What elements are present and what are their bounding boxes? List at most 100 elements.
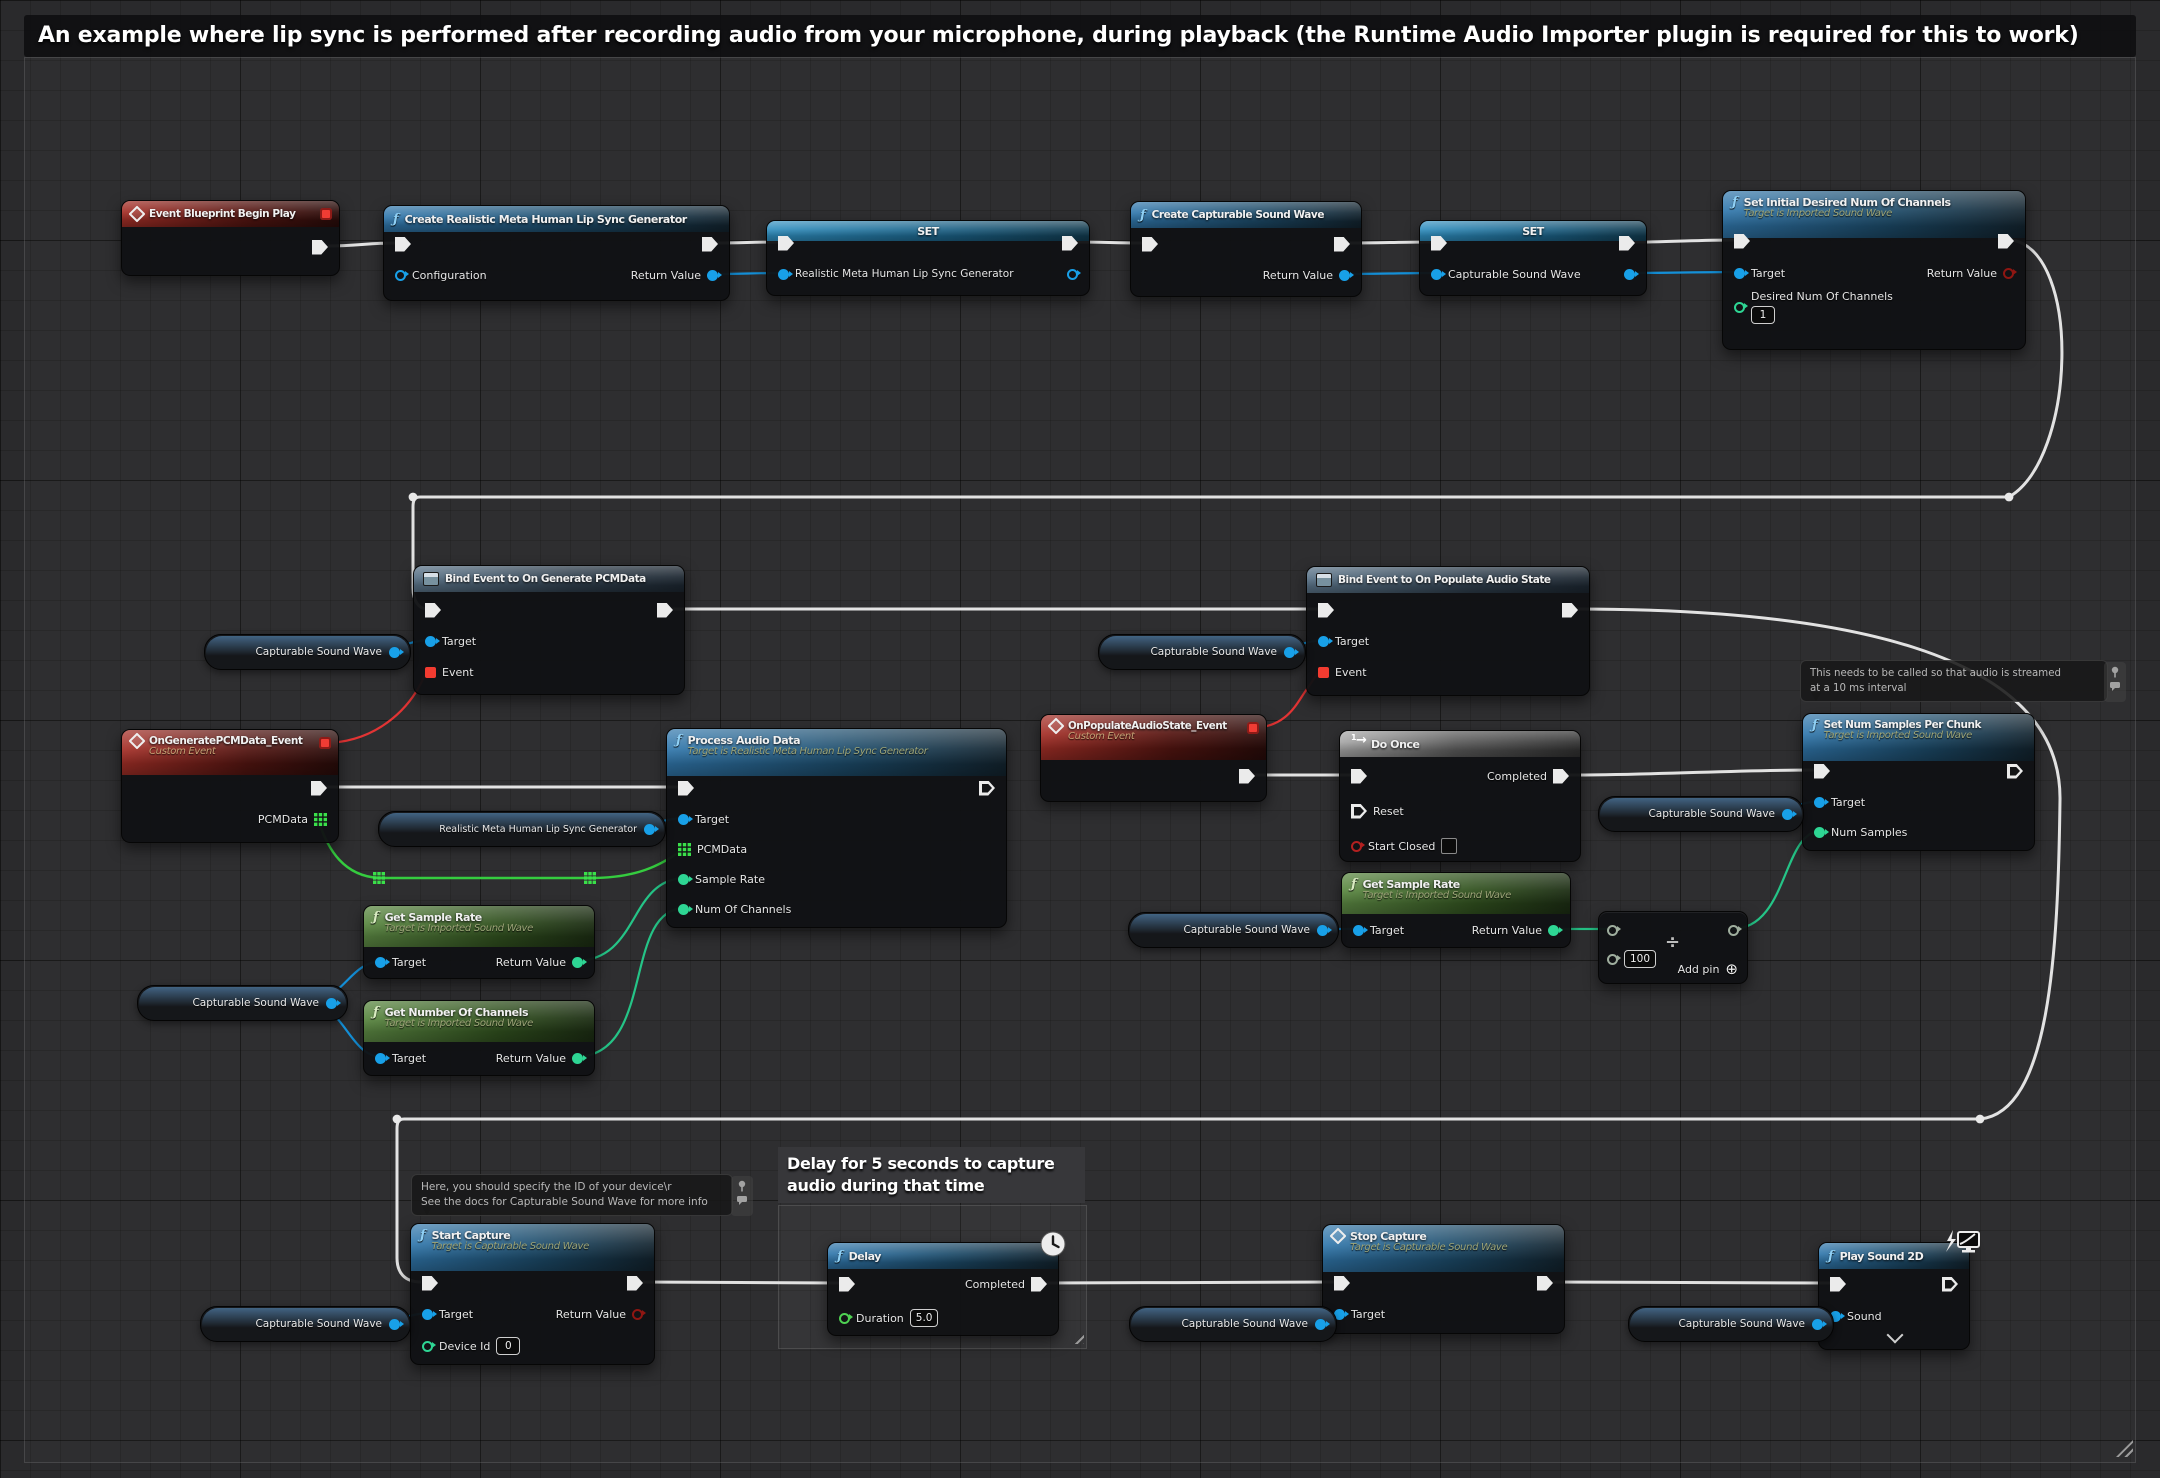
exec-out-pin[interactable] [1334,232,1350,256]
node-on-populate-audio-state-event[interactable]: OnPopulateAudioState_Event Custom Event [1040,714,1267,802]
node-get-sample-rate-right[interactable]: ƒ Get Sample Rate Target is Imported Sou… [1341,872,1571,948]
stream-note-pin-icons[interactable] [2104,662,2126,702]
node-divide[interactable]: ÷ 100 Add pin⊕ [1598,911,1748,984]
node-on-generate-pcmdata-event[interactable]: OnGeneratePCMData_Event Custom Event PCM… [121,729,339,843]
getter-capturable-sound-wave-3[interactable]: Capturable Sound Wave [1098,634,1306,670]
node-set-sound-wave[interactable]: SET Capturable Sound Wave [1419,220,1647,296]
pill-output-pin[interactable] [1812,1319,1823,1330]
add-pin-button[interactable]: Add pin⊕ [1678,957,1738,981]
pin-divisor[interactable]: 100 [1607,947,1656,971]
pin-generator-variable[interactable]: Realistic Meta Human Lip Sync Generator [778,262,1014,286]
pushpin-icon[interactable] [736,1180,748,1192]
pin-result[interactable] [1728,918,1739,942]
getter-capturable-sound-wave-6[interactable]: Capturable Sound Wave [200,1306,411,1342]
start-closed-checkbox[interactable] [1441,838,1457,854]
exec-out-pin[interactable] [312,235,328,259]
pin-target[interactable]: Target [1814,790,1865,814]
pill-output-pin[interactable] [1317,925,1328,936]
expand-advanced-chevron-icon[interactable] [1887,1327,1904,1344]
pin-duration[interactable]: Duration5.0 [839,1306,938,1330]
pill-output-pin[interactable] [389,647,400,658]
pill-output-pin[interactable] [1284,647,1295,658]
pin-event-delegate[interactable]: Event [1318,660,1367,684]
exec-in-pin[interactable] [1814,759,1830,783]
pill-output-pin[interactable] [1782,809,1793,820]
exec-out-pin[interactable] [1239,764,1255,788]
node-create-capturable-sound-wave[interactable]: ƒ Create Capturable Sound Wave Return Va… [1130,201,1362,297]
node-process-audio-data[interactable]: ƒ Process Audio Data Target is Realistic… [666,728,1007,928]
node-play-sound-2d[interactable]: ƒ Play Sound 2D Sound [1818,1242,1970,1350]
exec-in-pin[interactable] [1334,1271,1350,1295]
pin-return-value[interactable]: Return Value [496,950,583,974]
node-set-num-samples-per-chunk[interactable]: ƒ Set Num Samples Per Chunk Target is Im… [1802,713,2035,851]
pin-device-id[interactable]: Device Id0 [422,1334,520,1358]
node-start-capture[interactable]: ƒ Start Capture Target is Capturable Sou… [410,1223,655,1365]
exec-out-pin[interactable] [2007,759,2023,783]
divisor-input[interactable]: 100 [1624,950,1656,968]
pin-pcmdata[interactable]: PCMData [258,807,327,831]
device-note-pin-icons[interactable] [731,1176,753,1216]
pin-target[interactable]: Target [1318,629,1369,653]
node-bind-on-populate-audio-state[interactable]: Bind Event to On Populate Audio State Ta… [1306,566,1590,696]
pin-sound-wave-output[interactable] [1624,262,1635,286]
exec-in-pin[interactable] [678,776,694,800]
pin-target[interactable]: Target [425,629,476,653]
exec-in-pin[interactable] [778,231,794,255]
pin-target[interactable]: Target [1734,261,1785,285]
pill-output-pin[interactable] [644,824,655,835]
exec-in-pin[interactable] [395,232,411,256]
exec-in-pin[interactable] [1318,598,1334,622]
exec-out-pin[interactable] [1562,598,1578,622]
pin-num-of-channels[interactable]: Num Of Channels [678,897,791,921]
exec-in-pin[interactable] [1431,231,1447,255]
exec-in-pin[interactable] [425,598,441,622]
exec-reset-pin[interactable]: Reset [1351,799,1404,823]
node-delay[interactable]: ƒ Delay Completed Duration5.0 [827,1242,1059,1336]
getter-capturable-sound-wave-5[interactable]: Capturable Sound Wave [1128,912,1339,948]
duration-input[interactable]: 5.0 [910,1309,939,1327]
node-do-once[interactable]: 1→ Do Once Completed Reset Start Closed [1339,730,1581,862]
pin-return-value[interactable]: Return Value [556,1302,643,1326]
pin-sound-wave-variable[interactable]: Capturable Sound Wave [1431,262,1581,286]
pin-return-value[interactable]: Return Value [1927,261,2014,285]
pin-desired-num-channels[interactable]: Desired Num Of Channels 1 [1734,287,1893,327]
getter-capturable-sound-wave-4[interactable]: Capturable Sound Wave [1598,796,1804,832]
pill-output-pin[interactable] [326,998,337,1009]
exec-out-pin[interactable] [1942,1272,1958,1296]
node-set-generator[interactable]: SET Realistic Meta Human Lip Sync Genera… [766,220,1090,296]
pin-pcmdata[interactable]: PCMData [678,837,747,861]
node-create-lipsync-generator[interactable]: ƒ Create Realistic Meta Human Lip Sync G… [383,205,730,301]
delegate-output-pin[interactable] [320,208,332,220]
pin-generator-output[interactable] [1067,262,1078,286]
exec-in-pin[interactable] [422,1271,438,1295]
exec-in-pin[interactable] [1351,764,1367,788]
pin-target[interactable]: Target [422,1302,473,1326]
pin-event-delegate[interactable]: Event [425,660,474,684]
exec-out-pin[interactable] [702,232,718,256]
exec-in-pin[interactable] [1142,232,1158,256]
exec-in-pin[interactable] [1734,229,1750,253]
delegate-output-pin[interactable] [319,737,331,749]
graph-comment-title[interactable]: An example where lip sync is performed a… [24,15,2136,57]
exec-out-pin[interactable] [311,776,327,800]
pin-target[interactable]: Target [678,807,729,831]
exec-out-pin[interactable] [979,776,995,800]
pin-target[interactable]: Target [375,950,426,974]
pin-return-value[interactable]: Return Value [1472,918,1559,942]
pill-output-pin[interactable] [1315,1319,1326,1330]
pin-configuration[interactable]: Configuration [395,263,487,287]
getter-capturable-sound-wave-1[interactable]: Capturable Sound Wave [204,634,411,670]
node-get-sample-rate-left[interactable]: ƒ Get Sample Rate Target is Imported Sou… [363,905,595,979]
pin-target[interactable]: Target [375,1046,426,1070]
getter-capturable-sound-wave-7[interactable]: Capturable Sound Wave [1129,1306,1337,1342]
device-id-input[interactable]: 0 [496,1337,520,1355]
desired-num-channels-input[interactable]: 1 [1751,306,1775,324]
exec-in-pin[interactable] [1830,1272,1846,1296]
getter-lipsync-generator[interactable]: Realistic Meta Human Lip Sync Generator [378,811,666,847]
node-bind-on-generate-pcmdata[interactable]: Bind Event to On Generate PCMData Target… [413,565,685,695]
pin-return-value[interactable]: Return Value [1263,263,1350,287]
pin-start-closed[interactable]: Start Closed [1351,834,1457,858]
getter-capturable-sound-wave-8[interactable]: Capturable Sound Wave [1628,1306,1834,1342]
delay-comment-header[interactable]: Delay for 5 seconds to capture audio dur… [778,1147,1085,1203]
pin-return-value[interactable]: Return Value [496,1046,583,1070]
